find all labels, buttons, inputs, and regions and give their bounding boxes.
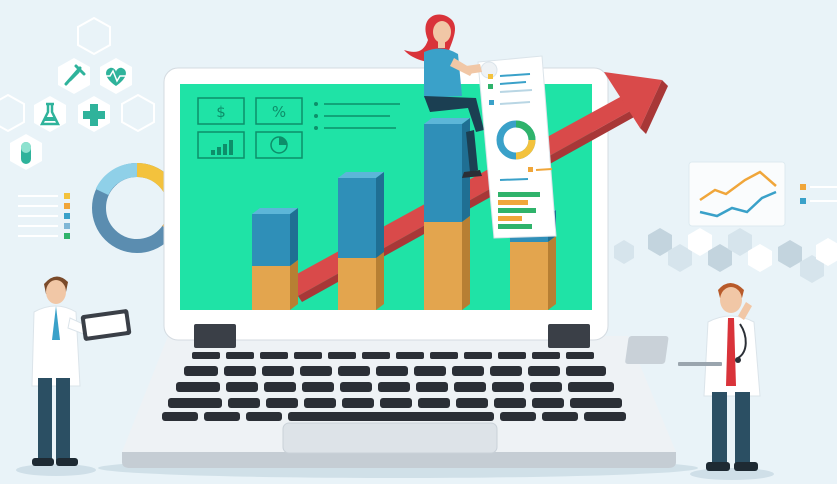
flask-icon [34,96,66,132]
dollar-symbol: $ [216,103,226,121]
illustration-stage: $ % [0,0,837,484]
bar-2 [338,172,384,310]
left-legend [18,193,70,239]
laptop-trackpad [282,422,498,454]
percent-symbol: % [272,103,286,121]
doctor-left [16,276,97,476]
bar-1 [252,208,298,310]
healthcare-analytics-illustration: $ % [0,14,837,480]
syringe-icon [58,58,90,94]
tablet-icon [80,309,132,341]
hexagon-strip [614,228,837,283]
doctor-right [690,283,774,480]
line-chart-icon [688,161,786,227]
right-legend [800,184,837,204]
heart-pulse-icon [100,58,132,94]
bar-3 [424,118,470,310]
pill-icon [10,134,42,170]
medical-cross-icon [78,96,110,132]
